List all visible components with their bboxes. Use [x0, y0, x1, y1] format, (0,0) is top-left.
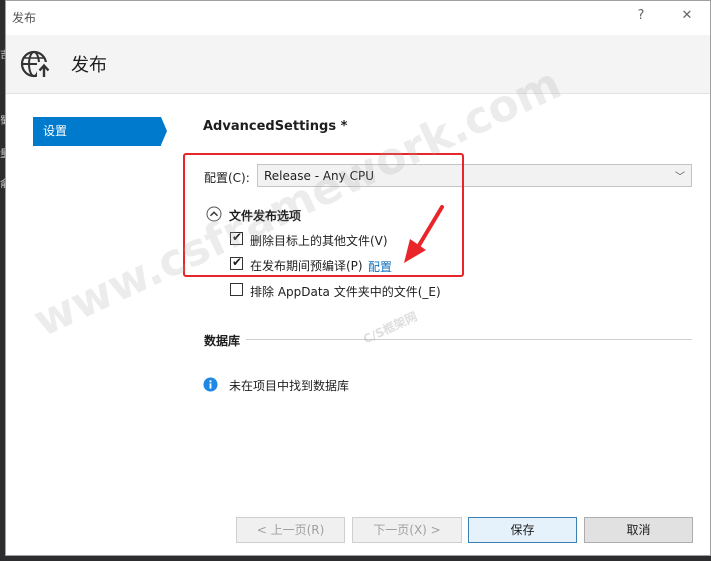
title-bar: 发布 ? ✕: [6, 1, 710, 35]
globe-upload-icon: [20, 50, 51, 78]
watermark-text: www.csframework.com: [26, 57, 569, 348]
info-icon: [203, 377, 218, 392]
help-button[interactable]: ?: [631, 6, 651, 26]
sidebar-item-settings[interactable]: 设置: [33, 117, 161, 146]
dialog-header: 发布: [6, 35, 710, 94]
watermark-subtext: C/S框架网: [360, 309, 420, 347]
previous-button[interactable]: < 上一页(R): [236, 517, 345, 543]
page-title: 发布: [71, 55, 107, 76]
window-title: 发布: [12, 11, 37, 25]
publish-dialog: 发布 ? ✕ 发布 设置 AdvancedSettings * 配置(C): R…: [5, 0, 711, 556]
database-info-text: 未在项目中找到数据库: [229, 379, 350, 393]
sidebar-selection-arrow: [161, 117, 167, 145]
database-divider: [246, 339, 692, 340]
chevron-down-icon: ﹀: [675, 172, 685, 183]
next-button[interactable]: 下一页(X) >: [352, 517, 462, 543]
exclude-appdata-label[interactable]: 排除 AppData 文件夹中的文件(_E): [250, 283, 441, 300]
red-arrow-annotation: [404, 205, 444, 263]
close-button[interactable]: ✕: [677, 6, 697, 26]
cancel-button[interactable]: 取消: [584, 517, 693, 543]
exclude-appdata-checkbox[interactable]: [230, 283, 243, 296]
database-section-title: 数据库: [204, 334, 241, 348]
save-button[interactable]: 保存: [468, 517, 577, 543]
sidebar-item-label: 设置: [43, 124, 68, 138]
section-title: AdvancedSettings *: [203, 119, 348, 134]
